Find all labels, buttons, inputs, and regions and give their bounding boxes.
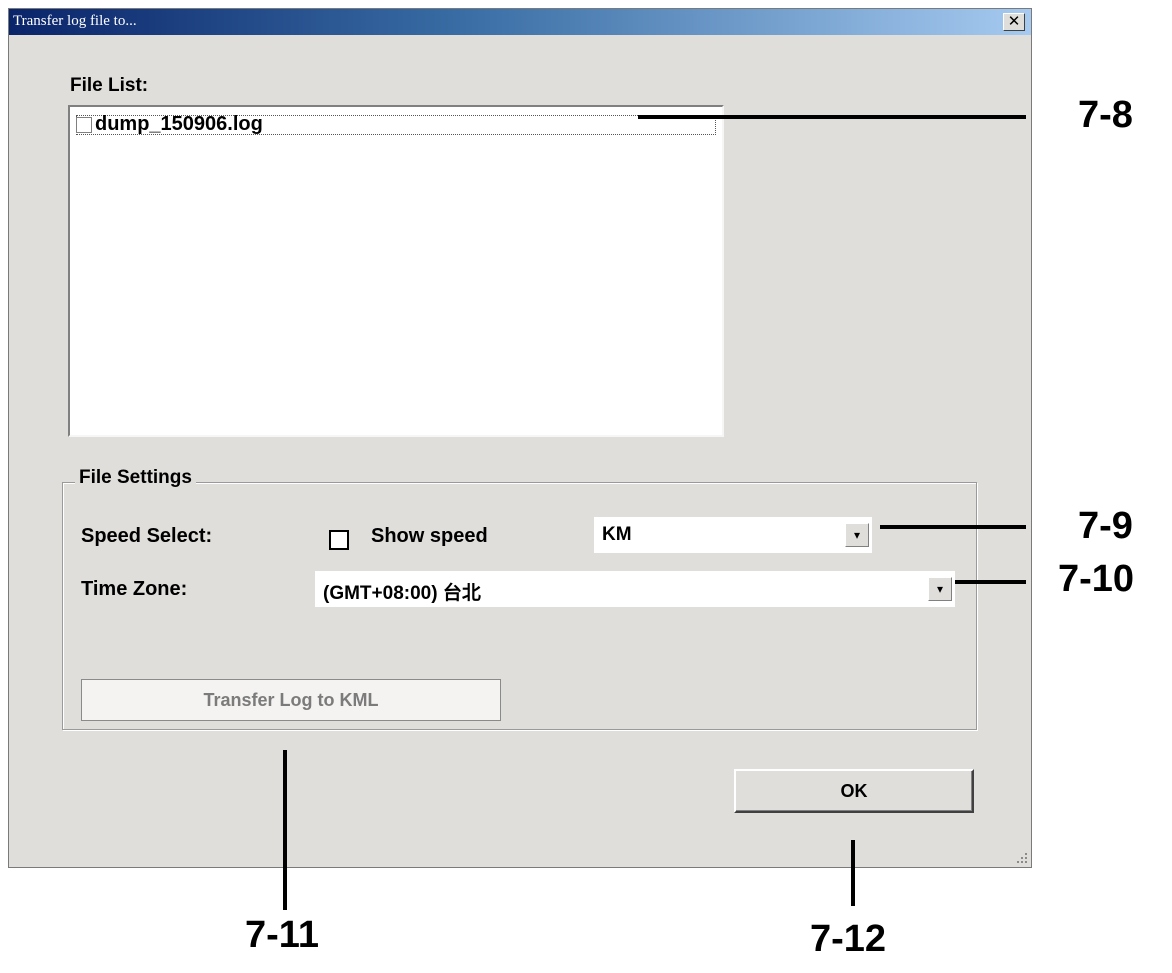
- window-title: Transfer log file to...: [13, 13, 137, 29]
- file-checkbox[interactable]: [76, 117, 92, 133]
- file-settings-legend: File Settings: [75, 467, 196, 489]
- callout-7-11: 7-11: [245, 914, 319, 956]
- close-icon: ✕: [1007, 12, 1021, 30]
- callout-7-9: 7-9: [1078, 505, 1133, 547]
- show-speed-label: Show speed: [371, 525, 488, 547]
- title-bar[interactable]: Transfer log file to... ✕: [9, 9, 1031, 35]
- speed-select-label: Speed Select:: [81, 525, 213, 547]
- chevron-down-icon: ▾: [853, 528, 861, 542]
- show-speed-checkbox[interactable]: [329, 530, 349, 550]
- ok-button[interactable]: OK: [734, 769, 974, 813]
- time-zone-select[interactable]: (GMT+08:00) 台北 ▾: [315, 571, 955, 607]
- file-list-label: File List:: [70, 75, 149, 96]
- time-zone-value: (GMT+08:00) 台北: [323, 583, 481, 604]
- leader-line-7-12: [851, 840, 855, 906]
- leader-line-7-10: [955, 580, 1026, 584]
- close-button[interactable]: ✕: [1003, 13, 1025, 31]
- transfer-log-dialog: Transfer log file to... ✕ File List: dum…: [8, 8, 1032, 868]
- resize-grip-icon[interactable]: [1016, 852, 1028, 864]
- time-zone-label: Time Zone:: [81, 578, 188, 600]
- file-list[interactable]: dump_150906.log: [68, 105, 724, 437]
- leader-line-7-9: [880, 525, 1026, 529]
- speed-unit-value: KM: [602, 524, 632, 545]
- transfer-log-to-kml-button[interactable]: Transfer Log to KML: [81, 679, 501, 721]
- chevron-down-icon: ▾: [936, 582, 944, 596]
- file-name: dump_150906.log: [95, 113, 263, 135]
- speed-dropdown-button[interactable]: ▾: [845, 523, 869, 547]
- time-zone-dropdown-button[interactable]: ▾: [928, 577, 952, 601]
- speed-unit-select[interactable]: KM ▾: [594, 517, 872, 553]
- callout-7-12: 7-12: [810, 918, 887, 960]
- list-item[interactable]: dump_150906.log: [76, 113, 716, 135]
- leader-line-7-8: [638, 115, 1026, 119]
- callout-7-10: 7-10: [1058, 558, 1135, 600]
- callout-7-8: 7-8: [1078, 94, 1133, 136]
- leader-line-7-11: [283, 750, 287, 910]
